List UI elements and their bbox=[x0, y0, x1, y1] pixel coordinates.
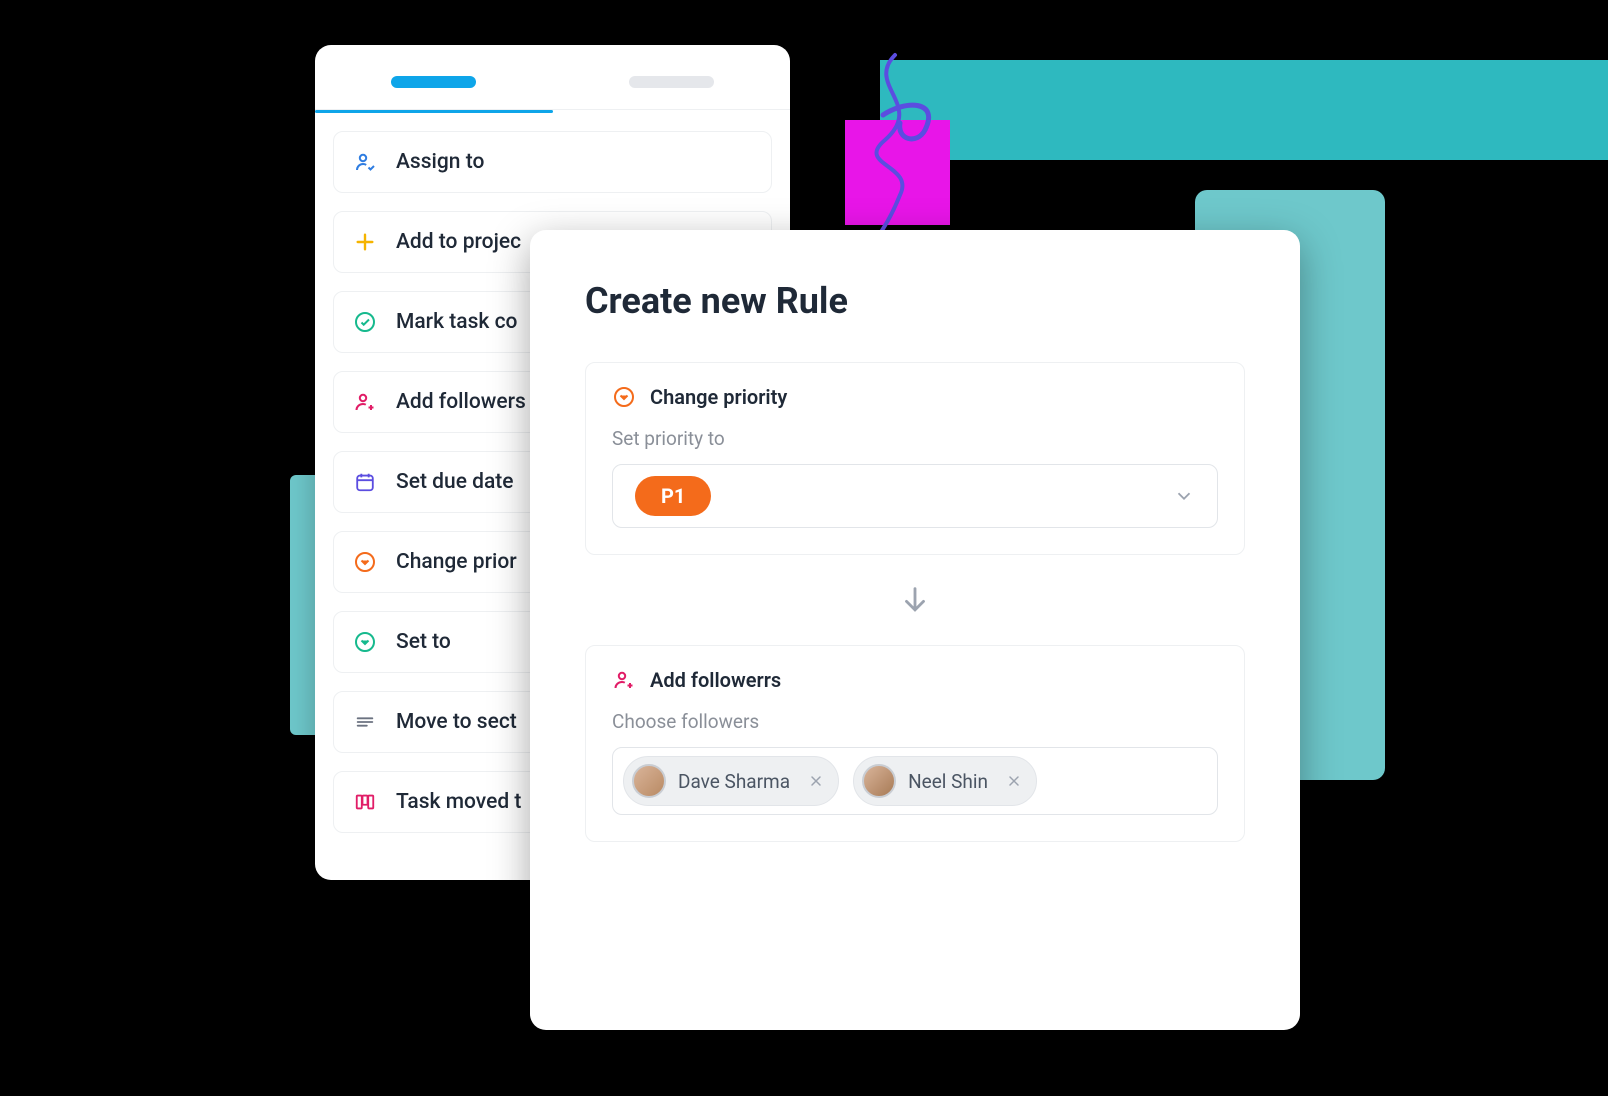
priority-select[interactable]: P1 bbox=[612, 464, 1218, 528]
decoration-cyan-bar bbox=[880, 60, 1608, 160]
action-label: Mark task co bbox=[396, 310, 517, 334]
chip-label: Dave Sharma bbox=[678, 770, 790, 793]
set-to-icon bbox=[352, 629, 378, 655]
columns-icon bbox=[352, 789, 378, 815]
avatar bbox=[632, 764, 666, 798]
priority-subtitle: Set priority to bbox=[612, 427, 1218, 450]
priority-down-icon bbox=[352, 549, 378, 575]
create-rule-panel: Create new Rule Change priority Set prio… bbox=[530, 230, 1300, 1030]
follower-chip[interactable]: Dave Sharma bbox=[623, 756, 839, 806]
action-assign-to[interactable]: Assign to bbox=[333, 131, 772, 193]
action-label: Set due date bbox=[396, 470, 514, 494]
action-label: Set to bbox=[396, 630, 451, 654]
chip-label: Neel Shin bbox=[908, 770, 988, 793]
rule-block-priority: Change priority Set priority to P1 bbox=[585, 362, 1245, 555]
rule-block-followers: Add followerrs Choose followers Dave Sha… bbox=[585, 645, 1245, 842]
action-label: Move to sect bbox=[396, 710, 517, 734]
priority-value-pill: P1 bbox=[635, 476, 711, 516]
page-title: Create new Rule bbox=[585, 280, 1245, 322]
tab-underline bbox=[315, 110, 553, 113]
close-icon[interactable] bbox=[1000, 773, 1022, 789]
follower-chip[interactable]: Neel Shin bbox=[853, 756, 1037, 806]
avatar bbox=[862, 764, 896, 798]
followers-subtitle: Choose followers bbox=[612, 710, 1218, 733]
check-circle-icon bbox=[352, 309, 378, 335]
action-label: Task moved t bbox=[396, 790, 521, 814]
tab-inactive[interactable] bbox=[629, 76, 714, 88]
rule-block-title: Add followerrs bbox=[650, 668, 781, 692]
lines-icon bbox=[352, 709, 378, 735]
action-label: Assign to bbox=[396, 150, 484, 174]
followers-input[interactable]: Dave Sharma Neel Shin bbox=[612, 747, 1218, 815]
priority-down-icon bbox=[612, 385, 636, 409]
user-plus-icon bbox=[612, 668, 636, 692]
close-icon[interactable] bbox=[802, 773, 824, 789]
calendar-icon bbox=[352, 469, 378, 495]
action-label: Add followers bbox=[396, 390, 526, 414]
action-label: Add to projec bbox=[396, 230, 521, 254]
scribble-decoration bbox=[805, 45, 975, 245]
user-check-icon bbox=[352, 149, 378, 175]
rule-block-title: Change priority bbox=[650, 385, 787, 409]
actions-tabs bbox=[315, 55, 790, 110]
arrow-down-icon bbox=[585, 583, 1245, 617]
plus-icon bbox=[352, 229, 378, 255]
action-label: Change prior bbox=[396, 550, 517, 574]
user-plus-icon bbox=[352, 389, 378, 415]
tab-active[interactable] bbox=[391, 76, 476, 88]
chevron-down-icon bbox=[1173, 485, 1195, 507]
